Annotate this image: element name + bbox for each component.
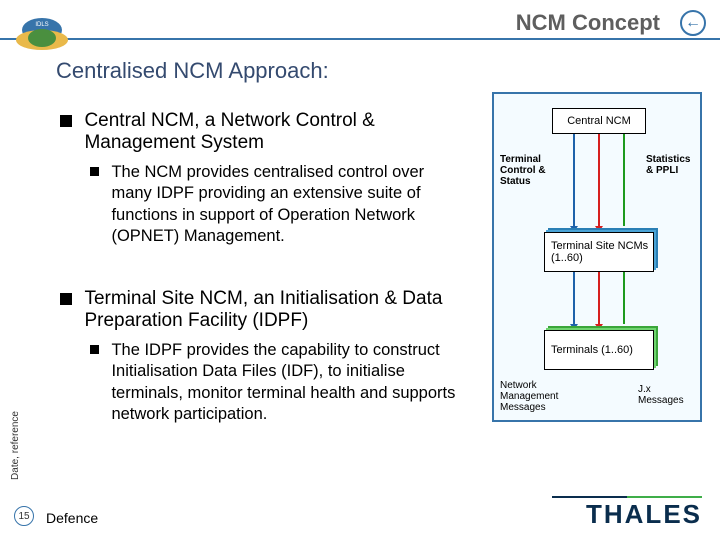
title-bar: NCM Concept ← bbox=[0, 8, 720, 42]
bullet-central-ncm: Central NCM, a Network Control & Managem… bbox=[60, 110, 470, 154]
thales-logo: THALES bbox=[586, 499, 702, 530]
bullet-square-icon bbox=[90, 167, 99, 176]
title-divider bbox=[0, 38, 720, 40]
footer-text: Defence bbox=[46, 510, 98, 526]
subbullet-terminal-site: The IDPF provides the capability to cons… bbox=[90, 340, 470, 426]
svg-text:IDLS: IDLS bbox=[35, 22, 48, 28]
bullet-text: Central NCM, a Network Control & Managem… bbox=[84, 110, 464, 154]
subbullet-text: The IDPF provides the capability to cons… bbox=[111, 340, 461, 426]
side-reference-label: Date, reference bbox=[10, 411, 21, 480]
subbullet-text: The NCM provides centralised control ove… bbox=[111, 162, 461, 248]
subbullet-central-ncm: The NCM provides centralised control ove… bbox=[90, 162, 470, 248]
page-title: NCM Concept bbox=[516, 10, 660, 36]
page-number: 15 bbox=[18, 511, 29, 522]
page-number-badge: 15 bbox=[14, 506, 34, 526]
content-area: Central NCM, a Network Control & Managem… bbox=[60, 100, 470, 432]
diagram-box-site-ncms: Terminal Site NCMs (1..60) bbox=[544, 232, 654, 272]
bullet-square-icon bbox=[60, 115, 72, 127]
diagram-box-central: Central NCM bbox=[552, 108, 646, 134]
bullet-square-icon bbox=[90, 345, 99, 354]
diagram-arrows-bottom bbox=[554, 272, 644, 328]
nav-back-button[interactable]: ← bbox=[680, 10, 706, 36]
diagram-label-statistics: Statistics & PPLI bbox=[646, 154, 696, 176]
slide: NCM Concept ← IDLS Centralised NCM Appro… bbox=[0, 0, 720, 540]
diagram-label-jx-messages: J.x Messages bbox=[638, 384, 694, 406]
conference-badge-icon: IDLS bbox=[12, 14, 72, 56]
diagram-box-terminals: Terminals (1..60) bbox=[544, 330, 654, 370]
logo-divider bbox=[552, 496, 702, 498]
diagram-label-terminal-control: Terminal Control & Status bbox=[500, 154, 548, 187]
architecture-diagram: Central NCM Terminal Control & Status St… bbox=[492, 92, 702, 422]
bullet-terminal-site: Terminal Site NCM, an Initialisation & D… bbox=[60, 288, 470, 332]
bullet-square-icon bbox=[60, 293, 72, 305]
subtitle: Centralised NCM Approach: bbox=[56, 58, 329, 84]
arrow-left-icon: ← bbox=[685, 14, 701, 32]
bullet-text: Terminal Site NCM, an Initialisation & D… bbox=[84, 288, 464, 332]
diagram-arrows-top bbox=[554, 134, 644, 230]
diagram-label-network-mgmt: Network Management Messages bbox=[500, 380, 560, 413]
